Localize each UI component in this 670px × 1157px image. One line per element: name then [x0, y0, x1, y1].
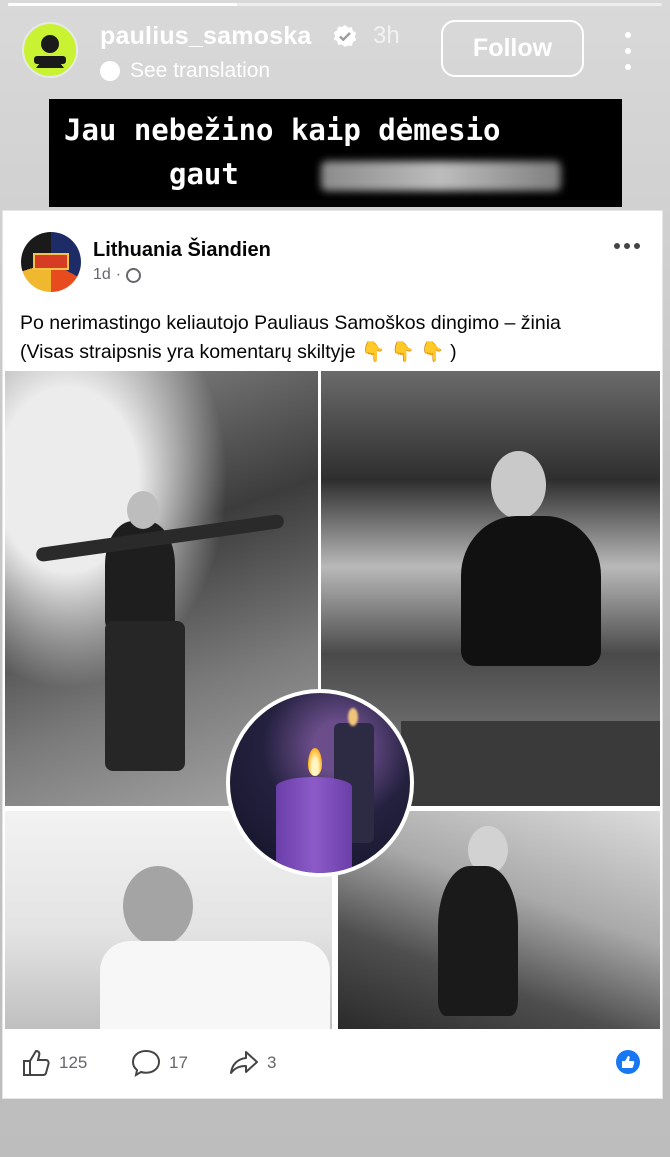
page-logo-badge — [33, 253, 69, 270]
story-progress-bar — [8, 3, 662, 6]
pointing-down-emoji: 👇 👇 👇 — [361, 341, 445, 363]
candle-flame-icon — [308, 748, 322, 776]
person-shirt — [100, 941, 330, 1029]
photo-collage — [5, 371, 660, 1029]
like-action: 125 — [21, 1049, 87, 1077]
story-progress-fill — [8, 3, 237, 6]
translate-icon — [100, 61, 120, 81]
more-icon[interactable] — [616, 32, 640, 70]
person-figure — [438, 866, 518, 1016]
share-count: 3 — [267, 1053, 277, 1072]
globe-icon — [126, 267, 142, 283]
post-text: Po nerimastingo keliautojo Pauliaus Samo… — [20, 309, 650, 367]
tunnel-floor — [401, 721, 660, 806]
comment-action: 17 — [131, 1049, 188, 1077]
post-more-icon — [614, 243, 640, 249]
caption-line-1: Jau nebežino kaip dėmesio — [64, 113, 501, 147]
post-text-line-1: Po nerimastingo keliautojo Pauliaus Samo… — [20, 312, 561, 334]
like-count: 125 — [59, 1053, 88, 1072]
caption-line-2: gaut — [169, 157, 239, 191]
facebook-post-screenshot: Lithuania Šiandien 1d · Po nerimastingo … — [3, 211, 662, 1098]
post-text-line-2: (Visas straipsnis yra komentarų skiltyje… — [20, 338, 650, 367]
share-action: 3 — [229, 1049, 276, 1077]
person-head — [127, 491, 159, 529]
follow-button[interactable]: Follow — [441, 20, 584, 77]
story-caption: Jau nebežino kaip dėmesio gaut — [49, 99, 622, 207]
caption-blurred-text — [321, 161, 561, 191]
post-age: 1d — [93, 266, 111, 283]
background-flame — [348, 708, 358, 726]
person-head — [123, 866, 193, 946]
meta-separator: · — [115, 266, 122, 283]
like-icon — [23, 1049, 50, 1076]
post-text-prefix: (Visas straipsnis yra komentarų skiltyje — [20, 341, 356, 363]
reaction-bar: 125 17 3 — [3, 1035, 662, 1090]
share-icon — [230, 1051, 258, 1074]
story-header: paulius_samoska 3h See translation Follo… — [0, 12, 670, 92]
candle-icon — [276, 777, 352, 873]
story-time: 3h — [373, 22, 400, 49]
person-head — [491, 451, 546, 519]
profile-avatar[interactable] — [22, 22, 78, 78]
comment-count: 17 — [169, 1053, 188, 1072]
see-translation-label: See translation — [130, 59, 271, 82]
page-name: Lithuania Šiandien — [93, 239, 271, 261]
person-legs — [105, 621, 185, 771]
avatar-graphic-icon — [34, 35, 66, 68]
like-badge-icon — [616, 1050, 640, 1074]
candle-image — [226, 689, 414, 877]
post-text-suffix: ) — [450, 341, 457, 363]
see-translation-link[interactable]: See translation — [100, 59, 270, 83]
page-logo — [21, 232, 81, 292]
post-meta: 1d · — [93, 266, 142, 284]
comment-icon — [131, 1049, 161, 1077]
person-figure — [461, 516, 601, 666]
verified-icon — [333, 25, 357, 47]
story-username[interactable]: paulius_samoska — [100, 22, 311, 51]
